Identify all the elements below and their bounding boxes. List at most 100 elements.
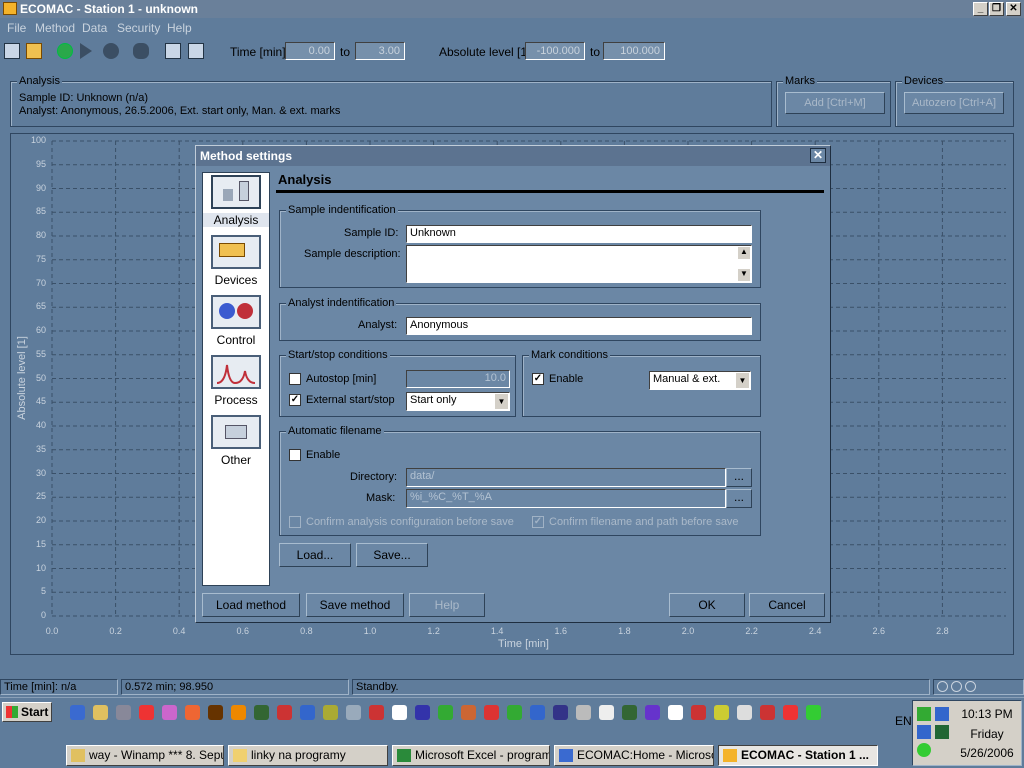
dialog-title: Method settings	[200, 149, 292, 163]
nav-item-analysis[interactable]: Analysis	[203, 173, 269, 229]
cancel-button[interactable]: Cancel	[749, 593, 825, 617]
load-method-button[interactable]: Load method	[202, 593, 300, 617]
sample-description-input[interactable]	[406, 245, 752, 283]
x-tick-label: 1.0	[363, 626, 377, 636]
analysis-flask-icon	[211, 175, 261, 209]
task-ecomac[interactable]: ECOMAC - Station 1 ...	[718, 745, 878, 766]
sample-id-input[interactable]: Unknown	[406, 225, 752, 243]
quick-launch-icon[interactable]	[116, 705, 131, 720]
quick-launch-icon[interactable]	[415, 705, 430, 720]
nav-item-control[interactable]: Control	[203, 293, 269, 349]
quick-launch-icon[interactable]	[484, 705, 499, 720]
nav-item-process[interactable]: Process	[203, 353, 269, 409]
quick-launch-icon[interactable]	[438, 705, 453, 720]
task-winamp[interactable]: way - Winamp *** 8. Sepu...	[66, 745, 224, 766]
control-gears-icon	[211, 295, 261, 329]
mask-input[interactable]: %i_%C_%T_%A	[406, 489, 726, 508]
scroll-down-icon[interactable]: ▼	[738, 269, 750, 281]
scroll-up-icon[interactable]: ▲	[738, 247, 750, 259]
nav-item-devices[interactable]: Devices	[203, 233, 269, 289]
autostop-input[interactable]: 10.0	[406, 370, 510, 388]
quick-launch-icon[interactable]	[162, 705, 177, 720]
taskbar: Start way - Winamp *** 8. Sepu... linky …	[0, 697, 1024, 768]
language-indicator[interactable]: EN	[895, 714, 912, 728]
quick-launch-icon[interactable]	[530, 705, 545, 720]
y-tick-label: 30	[35, 467, 46, 478]
nav-label-analysis: Analysis	[203, 213, 269, 227]
tray-icon[interactable]	[917, 707, 931, 721]
ok-button[interactable]: OK	[669, 593, 745, 617]
quick-launch-icon[interactable]	[70, 705, 85, 720]
analyst-input[interactable]: Anonymous	[406, 317, 752, 335]
mark-conditions-group: Mark conditions ✓ Enable Manual & ext. ▼	[522, 349, 761, 417]
task-browser[interactable]: ECOMAC:Home - Microso...	[554, 745, 714, 766]
tray-icon[interactable]	[917, 743, 931, 757]
tray-icon[interactable]	[935, 707, 949, 721]
chevron-down-icon[interactable]: ▼	[495, 394, 508, 409]
quick-launch-icon[interactable]	[714, 705, 729, 720]
y-tick-label: 25	[35, 491, 46, 502]
quick-launch-icon[interactable]	[369, 705, 384, 720]
help-button[interactable]: Help	[409, 593, 485, 617]
confirm-config-label: Confirm analysis configuration before sa…	[306, 516, 514, 528]
x-axis-label: Time [min]	[498, 638, 549, 650]
quick-launch-icon[interactable]	[622, 705, 637, 720]
quick-launch-icon[interactable]	[392, 705, 407, 720]
quick-launch-icon[interactable]	[553, 705, 568, 720]
mask-browse-button[interactable]: ...	[726, 489, 752, 508]
quick-launch-icon[interactable]	[139, 705, 154, 720]
task-excel[interactable]: Microsoft Excel - program...	[392, 745, 550, 766]
start-button[interactable]: Start	[2, 702, 52, 722]
quick-launch-icon[interactable]	[93, 705, 108, 720]
quick-launch-icon[interactable]	[668, 705, 683, 720]
quick-launch-icon[interactable]	[783, 705, 798, 720]
confirm-filename-checkbox[interactable]: ✓	[532, 516, 544, 528]
quick-launch-icon[interactable]	[576, 705, 591, 720]
task-folder[interactable]: linky na programy	[228, 745, 388, 766]
quick-launch-icon[interactable]	[507, 705, 522, 720]
autofile-group-title: Automatic filename	[286, 425, 384, 437]
mark-enable-checkbox[interactable]: ✓	[532, 373, 544, 385]
autofile-group: Automatic filename Enable Directory: dat…	[279, 425, 761, 536]
tray-icon[interactable]	[917, 725, 931, 739]
chevron-down-icon[interactable]: ▼	[736, 373, 749, 388]
autostop-checkbox[interactable]	[289, 373, 301, 385]
quick-launch-icon[interactable]	[645, 705, 660, 720]
autofile-enable-checkbox[interactable]	[289, 449, 301, 461]
quick-launch-icon[interactable]	[254, 705, 269, 720]
quick-launch-icon[interactable]	[300, 705, 315, 720]
quick-launch-icon[interactable]	[346, 705, 361, 720]
nav-item-other[interactable]: Other	[203, 413, 269, 469]
save-button[interactable]: Save...	[356, 543, 428, 567]
dialog-close-button[interactable]: ✕	[810, 148, 826, 163]
directory-input[interactable]: data/	[406, 468, 726, 487]
tray-icon[interactable]	[935, 725, 949, 739]
clock-time[interactable]: 10:13 PM	[955, 707, 1019, 721]
mark-conditions-select[interactable]: Manual & ext. ▼	[649, 371, 751, 390]
quick-launch-icon[interactable]	[277, 705, 292, 720]
directory-browse-button[interactable]: ...	[726, 468, 752, 487]
quick-launch-icon[interactable]	[231, 705, 246, 720]
mark-enable-label: Enable	[549, 373, 584, 385]
quick-launch-icon[interactable]	[691, 705, 706, 720]
y-tick-label: 85	[35, 206, 46, 217]
y-tick-label: 95	[35, 158, 46, 169]
external-startstop-checkbox[interactable]: ✓	[289, 394, 301, 406]
load-button[interactable]: Load...	[279, 543, 351, 567]
quick-launch-icon[interactable]	[760, 705, 775, 720]
winamp-icon	[71, 749, 85, 762]
y-axis-label: Absolute level [1]	[16, 336, 28, 420]
save-method-button[interactable]: Save method	[306, 593, 404, 617]
quick-launch-icon[interactable]	[461, 705, 476, 720]
quick-launch-icon[interactable]	[323, 705, 338, 720]
y-tick-label: 15	[35, 538, 46, 549]
x-tick-label: 2.4	[808, 626, 822, 636]
quick-launch-icon[interactable]	[208, 705, 223, 720]
quick-launch-icon[interactable]	[806, 705, 821, 720]
quick-launch-icon[interactable]	[737, 705, 752, 720]
quick-launch-icon[interactable]	[599, 705, 614, 720]
x-tick-label: 2.8	[936, 626, 949, 636]
external-startstop-select[interactable]: Start only ▼	[406, 392, 510, 411]
quick-launch-icon[interactable]	[185, 705, 200, 720]
confirm-config-checkbox[interactable]	[289, 516, 301, 528]
